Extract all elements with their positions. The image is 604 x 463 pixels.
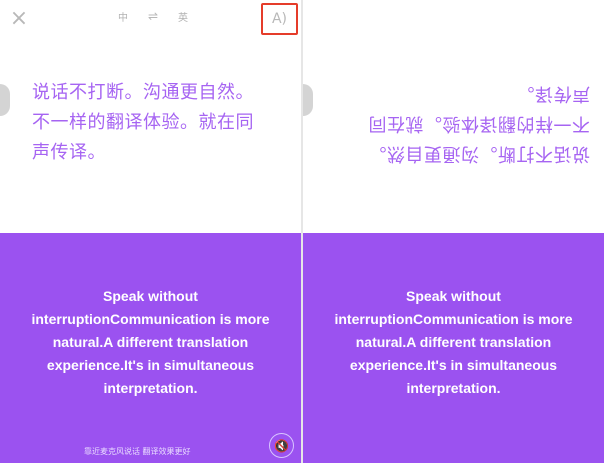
left-side-handle [0,84,10,116]
right-translation-panel: 说话不打断。沟通更自然。不一样的翻译体验。就在同声传译。 Speak witho… [303,0,604,463]
auto-voice-button[interactable]: A) [261,3,298,35]
source-language-label: 中 [118,12,128,24]
language-switcher[interactable]: 中 ⇌ 英 [118,8,188,24]
left-translation-panel: × 中 ⇌ 英 A) 说话不打断。沟通更自然。不一样的翻译体验。就在同声传译。 … [0,0,301,463]
close-icon[interactable]: × [8,8,30,30]
right-side-handle [303,84,313,116]
translation-screen: × 中 ⇌ 英 A) 说话不打断。沟通更自然。不一样的翻译体验。就在同声传译。 … [0,0,604,463]
english-translation-text-right: Speak without interruptionCommunication … [334,288,573,396]
chinese-source-text: 说话不打断。沟通更自然。不一样的翻译体验。就在同声传译。 [32,82,254,163]
mute-icon: 🔇 [274,438,289,453]
auto-voice-icon: A) [271,11,288,27]
mute-button[interactable]: 🔇 [269,433,294,458]
swap-icon: ⇌ [147,9,159,23]
english-translation-text: Speak without interruptionCommunication … [31,288,270,396]
target-language-label: 英 [178,12,188,24]
rotated-chinese-text: 说话不打断。沟通更自然。不一样的翻译体验。就在同声传译。 [368,83,590,164]
microphone-tip: 靠近麦克风说话 翻译效果更好 [84,447,191,456]
